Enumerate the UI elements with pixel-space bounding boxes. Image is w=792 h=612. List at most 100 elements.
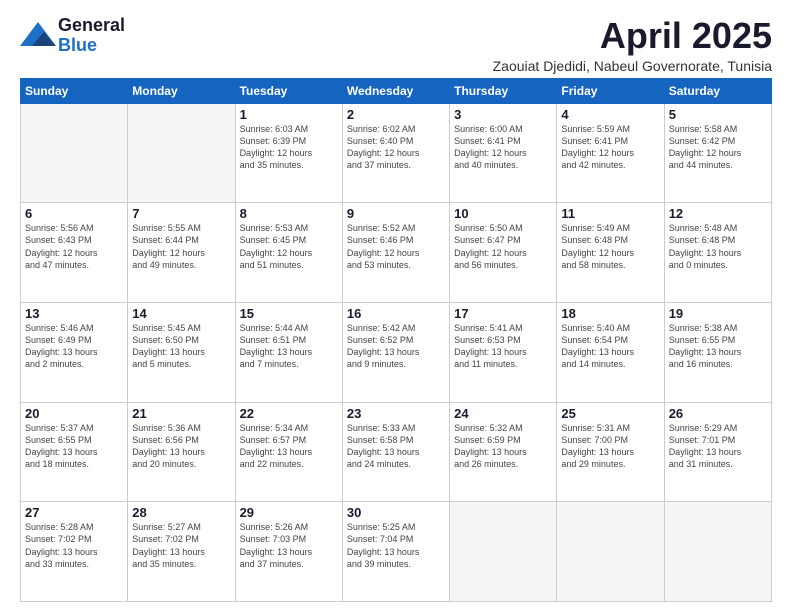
day-number: 18 bbox=[561, 306, 659, 321]
header: General Blue April 2025 Zaouiat Djedidi,… bbox=[20, 16, 772, 74]
day-number: 3 bbox=[454, 107, 552, 122]
subtitle: Zaouiat Djedidi, Nabeul Governorate, Tun… bbox=[493, 58, 772, 74]
day-info: Sunrise: 5:26 AM Sunset: 7:03 PM Dayligh… bbox=[240, 521, 338, 570]
calendar-cell: 5Sunrise: 5:58 AM Sunset: 6:42 PM Daylig… bbox=[664, 103, 771, 203]
day-number: 11 bbox=[561, 206, 659, 221]
calendar-cell: 20Sunrise: 5:37 AM Sunset: 6:55 PM Dayli… bbox=[21, 402, 128, 502]
day-info: Sunrise: 6:00 AM Sunset: 6:41 PM Dayligh… bbox=[454, 123, 552, 172]
logo-text: General Blue bbox=[58, 16, 125, 56]
day-number: 20 bbox=[25, 406, 123, 421]
calendar-cell: 12Sunrise: 5:48 AM Sunset: 6:48 PM Dayli… bbox=[664, 203, 771, 303]
day-info: Sunrise: 5:45 AM Sunset: 6:50 PM Dayligh… bbox=[132, 322, 230, 371]
day-info: Sunrise: 5:40 AM Sunset: 6:54 PM Dayligh… bbox=[561, 322, 659, 371]
day-number: 7 bbox=[132, 206, 230, 221]
day-info: Sunrise: 5:50 AM Sunset: 6:47 PM Dayligh… bbox=[454, 222, 552, 271]
col-thursday: Thursday bbox=[450, 78, 557, 103]
calendar-cell bbox=[21, 103, 128, 203]
day-info: Sunrise: 5:48 AM Sunset: 6:48 PM Dayligh… bbox=[669, 222, 767, 271]
calendar-cell: 16Sunrise: 5:42 AM Sunset: 6:52 PM Dayli… bbox=[342, 302, 449, 402]
calendar-cell bbox=[557, 502, 664, 602]
day-info: Sunrise: 5:25 AM Sunset: 7:04 PM Dayligh… bbox=[347, 521, 445, 570]
day-info: Sunrise: 5:53 AM Sunset: 6:45 PM Dayligh… bbox=[240, 222, 338, 271]
day-info: Sunrise: 5:55 AM Sunset: 6:44 PM Dayligh… bbox=[132, 222, 230, 271]
calendar-cell: 4Sunrise: 5:59 AM Sunset: 6:41 PM Daylig… bbox=[557, 103, 664, 203]
calendar-cell: 25Sunrise: 5:31 AM Sunset: 7:00 PM Dayli… bbox=[557, 402, 664, 502]
day-number: 6 bbox=[25, 206, 123, 221]
day-info: Sunrise: 5:28 AM Sunset: 7:02 PM Dayligh… bbox=[25, 521, 123, 570]
day-number: 28 bbox=[132, 505, 230, 520]
day-info: Sunrise: 5:36 AM Sunset: 6:56 PM Dayligh… bbox=[132, 422, 230, 471]
logo: General Blue bbox=[20, 16, 125, 56]
col-monday: Monday bbox=[128, 78, 235, 103]
week-row-3: 13Sunrise: 5:46 AM Sunset: 6:49 PM Dayli… bbox=[21, 302, 772, 402]
title-block: April 2025 Zaouiat Djedidi, Nabeul Gover… bbox=[493, 16, 772, 74]
page: General Blue April 2025 Zaouiat Djedidi,… bbox=[0, 0, 792, 612]
calendar-header-row: Sunday Monday Tuesday Wednesday Thursday… bbox=[21, 78, 772, 103]
calendar-cell: 21Sunrise: 5:36 AM Sunset: 6:56 PM Dayli… bbox=[128, 402, 235, 502]
day-number: 24 bbox=[454, 406, 552, 421]
calendar-cell: 1Sunrise: 6:03 AM Sunset: 6:39 PM Daylig… bbox=[235, 103, 342, 203]
day-number: 16 bbox=[347, 306, 445, 321]
day-info: Sunrise: 5:59 AM Sunset: 6:41 PM Dayligh… bbox=[561, 123, 659, 172]
day-number: 14 bbox=[132, 306, 230, 321]
day-info: Sunrise: 5:52 AM Sunset: 6:46 PM Dayligh… bbox=[347, 222, 445, 271]
day-number: 23 bbox=[347, 406, 445, 421]
calendar-cell bbox=[450, 502, 557, 602]
col-friday: Friday bbox=[557, 78, 664, 103]
calendar-cell: 3Sunrise: 6:00 AM Sunset: 6:41 PM Daylig… bbox=[450, 103, 557, 203]
day-info: Sunrise: 5:42 AM Sunset: 6:52 PM Dayligh… bbox=[347, 322, 445, 371]
day-number: 30 bbox=[347, 505, 445, 520]
calendar-table: Sunday Monday Tuesday Wednesday Thursday… bbox=[20, 78, 772, 602]
day-number: 15 bbox=[240, 306, 338, 321]
calendar-cell: 22Sunrise: 5:34 AM Sunset: 6:57 PM Dayli… bbox=[235, 402, 342, 502]
calendar-cell: 24Sunrise: 5:32 AM Sunset: 6:59 PM Dayli… bbox=[450, 402, 557, 502]
calendar-cell: 30Sunrise: 5:25 AM Sunset: 7:04 PM Dayli… bbox=[342, 502, 449, 602]
logo-general: General bbox=[58, 15, 125, 35]
calendar-cell: 26Sunrise: 5:29 AM Sunset: 7:01 PM Dayli… bbox=[664, 402, 771, 502]
day-number: 2 bbox=[347, 107, 445, 122]
day-number: 5 bbox=[669, 107, 767, 122]
day-info: Sunrise: 6:02 AM Sunset: 6:40 PM Dayligh… bbox=[347, 123, 445, 172]
col-wednesday: Wednesday bbox=[342, 78, 449, 103]
day-info: Sunrise: 6:03 AM Sunset: 6:39 PM Dayligh… bbox=[240, 123, 338, 172]
col-tuesday: Tuesday bbox=[235, 78, 342, 103]
day-info: Sunrise: 5:37 AM Sunset: 6:55 PM Dayligh… bbox=[25, 422, 123, 471]
calendar-cell: 11Sunrise: 5:49 AM Sunset: 6:48 PM Dayli… bbox=[557, 203, 664, 303]
day-info: Sunrise: 5:38 AM Sunset: 6:55 PM Dayligh… bbox=[669, 322, 767, 371]
day-info: Sunrise: 5:32 AM Sunset: 6:59 PM Dayligh… bbox=[454, 422, 552, 471]
week-row-5: 27Sunrise: 5:28 AM Sunset: 7:02 PM Dayli… bbox=[21, 502, 772, 602]
day-number: 19 bbox=[669, 306, 767, 321]
calendar-cell: 14Sunrise: 5:45 AM Sunset: 6:50 PM Dayli… bbox=[128, 302, 235, 402]
day-info: Sunrise: 5:58 AM Sunset: 6:42 PM Dayligh… bbox=[669, 123, 767, 172]
day-number: 4 bbox=[561, 107, 659, 122]
day-info: Sunrise: 5:44 AM Sunset: 6:51 PM Dayligh… bbox=[240, 322, 338, 371]
week-row-4: 20Sunrise: 5:37 AM Sunset: 6:55 PM Dayli… bbox=[21, 402, 772, 502]
calendar-cell: 17Sunrise: 5:41 AM Sunset: 6:53 PM Dayli… bbox=[450, 302, 557, 402]
calendar-cell: 8Sunrise: 5:53 AM Sunset: 6:45 PM Daylig… bbox=[235, 203, 342, 303]
day-info: Sunrise: 5:29 AM Sunset: 7:01 PM Dayligh… bbox=[669, 422, 767, 471]
calendar-cell bbox=[128, 103, 235, 203]
day-info: Sunrise: 5:49 AM Sunset: 6:48 PM Dayligh… bbox=[561, 222, 659, 271]
calendar-cell: 13Sunrise: 5:46 AM Sunset: 6:49 PM Dayli… bbox=[21, 302, 128, 402]
day-info: Sunrise: 5:27 AM Sunset: 7:02 PM Dayligh… bbox=[132, 521, 230, 570]
day-number: 1 bbox=[240, 107, 338, 122]
day-number: 29 bbox=[240, 505, 338, 520]
day-number: 25 bbox=[561, 406, 659, 421]
day-number: 8 bbox=[240, 206, 338, 221]
calendar-cell: 6Sunrise: 5:56 AM Sunset: 6:43 PM Daylig… bbox=[21, 203, 128, 303]
calendar-cell bbox=[664, 502, 771, 602]
calendar-cell: 29Sunrise: 5:26 AM Sunset: 7:03 PM Dayli… bbox=[235, 502, 342, 602]
day-number: 21 bbox=[132, 406, 230, 421]
calendar-cell: 23Sunrise: 5:33 AM Sunset: 6:58 PM Dayli… bbox=[342, 402, 449, 502]
day-number: 10 bbox=[454, 206, 552, 221]
day-info: Sunrise: 5:56 AM Sunset: 6:43 PM Dayligh… bbox=[25, 222, 123, 271]
calendar-cell: 2Sunrise: 6:02 AM Sunset: 6:40 PM Daylig… bbox=[342, 103, 449, 203]
week-row-1: 1Sunrise: 6:03 AM Sunset: 6:39 PM Daylig… bbox=[21, 103, 772, 203]
logo-blue: Blue bbox=[58, 35, 97, 55]
calendar-cell: 15Sunrise: 5:44 AM Sunset: 6:51 PM Dayli… bbox=[235, 302, 342, 402]
day-info: Sunrise: 5:31 AM Sunset: 7:00 PM Dayligh… bbox=[561, 422, 659, 471]
day-number: 26 bbox=[669, 406, 767, 421]
day-info: Sunrise: 5:33 AM Sunset: 6:58 PM Dayligh… bbox=[347, 422, 445, 471]
col-sunday: Sunday bbox=[21, 78, 128, 103]
week-row-2: 6Sunrise: 5:56 AM Sunset: 6:43 PM Daylig… bbox=[21, 203, 772, 303]
